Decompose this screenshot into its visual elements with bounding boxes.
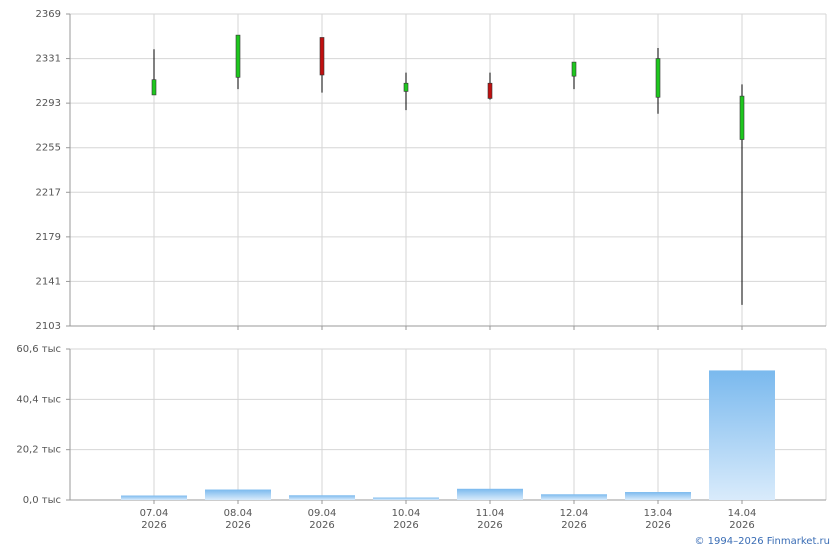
- volume-bar: [457, 488, 523, 500]
- xtick-label: 09.04 2026: [308, 508, 337, 531]
- volume-bar: [289, 495, 355, 500]
- volume-bar: [205, 489, 271, 500]
- volume-ytick-label: 20,2 тыс: [16, 445, 61, 456]
- xtick-label: 11.04 2026: [476, 508, 505, 531]
- xtick-label: 07.04 2026: [140, 508, 169, 531]
- copyright-text[interactable]: © 1994–2026 Finmarket.ru: [694, 536, 830, 547]
- volume-ytick-label: 0,0 тыс: [23, 495, 61, 506]
- price-ytick-label: 2103: [36, 321, 61, 332]
- price-ytick-label: 2255: [36, 143, 61, 154]
- price-ytick-label: 2293: [36, 98, 61, 109]
- volume-bar: [541, 494, 607, 500]
- price-ytick-label: 2369: [36, 9, 61, 20]
- candle-body: [739, 95, 745, 140]
- xtick-label: 12.04 2026: [560, 508, 589, 531]
- price-ytick-label: 2331: [36, 54, 61, 65]
- candle-body: [487, 82, 493, 99]
- volume-bar: [121, 495, 187, 500]
- candle-body: [571, 61, 577, 77]
- candle-body: [655, 58, 661, 98]
- candle-body: [403, 82, 409, 92]
- candle-body: [235, 34, 241, 78]
- volume-ytick-label: 60,6 тыс: [16, 344, 61, 355]
- volume-bar: [625, 492, 691, 500]
- price-ytick-label: 2179: [36, 232, 61, 243]
- xtick-label: 08.04 2026: [224, 508, 253, 531]
- xtick-label: 13.04 2026: [644, 508, 673, 531]
- xtick-label: 14.04 2026: [728, 508, 757, 531]
- volume-bar: [373, 497, 439, 500]
- volume-ytick-label: 40,4 тыс: [16, 394, 61, 405]
- price-ytick-label: 2141: [36, 276, 61, 287]
- candle-body: [319, 37, 325, 76]
- price-ytick-label: 2217: [36, 187, 61, 198]
- chart-canvas: 2369 2331 2293 2255 2217 2179 2141 2103 60,6 тыс…: [16, 9, 827, 531]
- candle-body: [151, 79, 157, 96]
- volume-bar: [709, 370, 775, 500]
- xtick-label: 10.04 2026: [392, 508, 421, 531]
